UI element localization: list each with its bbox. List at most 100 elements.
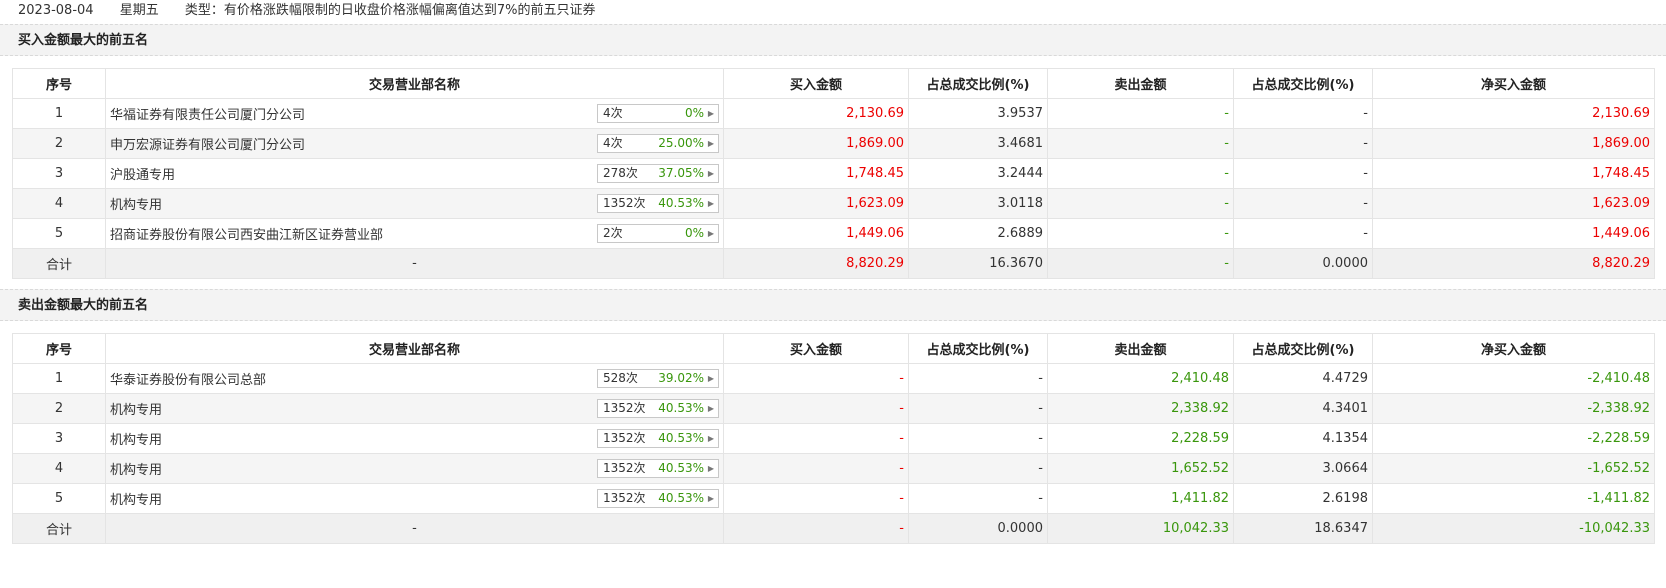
branch-name-cell: 华泰证券股份有限公司总部 528次 39.02% ▶ — [105, 363, 724, 394]
table-row: 2 机构专用 1352次 40.53% ▶ - -2,338.92 4.3401 -2,338.… — [12, 393, 1655, 424]
buy-amount-cell: 2,130.69 — [723, 98, 909, 129]
net-amount-cell: -2,338.92 — [1372, 393, 1655, 424]
win-rate: 0% — [684, 106, 704, 120]
branch-name-link[interactable]: 招商证券股份有限公司西安曲江新区证券营业部 — [110, 228, 383, 243]
rank-cell: 3 — [12, 158, 106, 189]
sell-ratio-cell: 4.4729 — [1233, 363, 1373, 394]
rank-cell: 2 — [12, 393, 106, 424]
buy-amount-cell: 1,869.00 — [723, 128, 909, 159]
column-header: 买入金额 — [723, 68, 909, 99]
sell-amount-cell: 2,228.59 — [1047, 423, 1234, 454]
total-sell-cell: - — [1047, 248, 1234, 279]
rank-cell: 1 — [12, 363, 106, 394]
branch-name-link[interactable]: 机构专用 — [110, 433, 162, 448]
buy-amount-cell: - — [723, 393, 909, 424]
branch-stats-dropdown[interactable]: 1352次 40.53% ▶ — [597, 489, 719, 508]
branch-name-cell: 招商证券股份有限公司西安曲江新区证券营业部 2次 0% ▶ — [105, 218, 724, 249]
branch-stats-dropdown[interactable]: 4次 0% ▶ — [597, 104, 719, 123]
buy-amount-cell: - — [723, 363, 909, 394]
weekday: 星期五 — [119, 3, 159, 18]
branch-stats-dropdown[interactable]: 1352次 40.53% ▶ — [597, 399, 719, 418]
branch-name-link[interactable]: 申万宏源证券有限公司厦门分公司 — [110, 138, 305, 153]
caret-right-icon: ▶ — [707, 434, 714, 443]
net-amount-cell: 2,130.69 — [1372, 98, 1655, 129]
table-row: 3 机构专用 1352次 40.53% ▶ - -2,228.59 4.1354 -2,228.… — [12, 423, 1655, 454]
branch-stats-dropdown[interactable]: 1352次 40.53% ▶ — [597, 459, 719, 478]
branch-name-link[interactable]: 华福证券有限责任公司厦门分公司 — [110, 108, 305, 123]
times-count: 1352次 — [603, 401, 646, 415]
win-rate: 37.05% — [658, 166, 704, 180]
sell-ratio-cell: 3.0664 — [1233, 453, 1373, 484]
branch-stats-dropdown[interactable]: 1352次 40.53% ▶ — [597, 194, 719, 213]
trade-date: 2023-08-04 — [18, 3, 94, 18]
buy-ratio-cell: 3.9537 — [908, 98, 1048, 129]
caret-right-icon: ▶ — [707, 169, 714, 178]
column-header: 净买入金额 — [1372, 68, 1655, 99]
total-name-cell: - — [105, 248, 724, 279]
branch-name-cell: 沪股通专用 278次 37.05% ▶ — [105, 158, 724, 189]
buy-amount-cell: 1,623.09 — [723, 188, 909, 219]
caret-right-icon: ▶ — [707, 374, 714, 383]
buy-ratio-cell: - — [908, 483, 1048, 514]
branch-name-cell: 机构专用 1352次 40.53% ▶ — [105, 453, 724, 484]
win-rate: 25.00% — [658, 136, 704, 150]
column-header: 净买入金额 — [1372, 333, 1655, 364]
sell-ratio-cell: - — [1233, 128, 1373, 159]
net-amount-cell: -1,411.82 — [1372, 483, 1655, 514]
sell-ratio-cell: - — [1233, 98, 1373, 129]
caret-right-icon: ▶ — [707, 109, 714, 118]
total-label-cell: 合计 — [12, 513, 106, 544]
sell-amount-cell: 2,338.92 — [1047, 393, 1234, 424]
column-header: 卖出金额 — [1047, 333, 1234, 364]
sell-ratio-cell: 4.1354 — [1233, 423, 1373, 454]
column-header: 交易营业部名称 — [105, 333, 724, 364]
win-rate: 39.02% — [658, 371, 704, 385]
branch-name-link[interactable]: 机构专用 — [110, 493, 162, 508]
sell-amount-cell: 1,411.82 — [1047, 483, 1234, 514]
branch-name-link[interactable]: 机构专用 — [110, 463, 162, 478]
times-count: 1352次 — [603, 461, 646, 475]
branch-stats-dropdown[interactable]: 4次 25.00% ▶ — [597, 134, 719, 153]
sell-amount-cell: - — [1047, 128, 1234, 159]
win-rate: 40.53% — [658, 401, 704, 415]
win-rate: 40.53% — [658, 491, 704, 505]
buy-amount-cell: - — [723, 483, 909, 514]
times-count: 1352次 — [603, 196, 646, 210]
branch-stats-dropdown[interactable]: 278次 37.05% ▶ — [597, 164, 719, 183]
sell-amount-cell: 2,410.48 — [1047, 363, 1234, 394]
branch-name-link[interactable]: 机构专用 — [110, 403, 162, 418]
sell-amount-cell: - — [1047, 158, 1234, 189]
branch-stats-dropdown[interactable]: 528次 39.02% ▶ — [597, 369, 719, 388]
caret-right-icon: ▶ — [707, 404, 714, 413]
caret-right-icon: ▶ — [707, 229, 714, 238]
table-row: 4 机构专用 1352次 40.53% ▶ - -1,652.52 3.0664 -1,652.… — [12, 453, 1655, 484]
sell-ratio-cell: - — [1233, 218, 1373, 249]
branch-stats-dropdown[interactable]: 1352次 40.53% ▶ — [597, 429, 719, 448]
info-bar: 2023-08-04 星期五 类型：有价格涨跌幅限制的日收盘价格涨幅偏离值达到7… — [0, 0, 1666, 24]
table-row: 5 招商证券股份有限公司西安曲江新区证券营业部 2次 0% ▶ 1,449.06 2.688… — [12, 218, 1655, 249]
column-header: 占总成交比例(%) — [908, 68, 1048, 99]
times-count: 4次 — [603, 106, 623, 120]
times-count: 278次 — [603, 166, 638, 180]
branch-name-link[interactable]: 沪股通专用 — [110, 168, 175, 183]
buy-ratio-cell: 3.4681 — [908, 128, 1048, 159]
buy-amount-cell: - — [723, 423, 909, 454]
buy-ratio-cell: - — [908, 453, 1048, 484]
branch-name-link[interactable]: 华泰证券股份有限公司总部 — [110, 373, 266, 388]
sell-top5-table: 序号 交易营业部名称 买入金额 占总成交比例(%) 卖出金额 占总成交比例(%) 净买入金额… — [12, 333, 1655, 544]
rank-cell: 4 — [12, 453, 106, 484]
table-row: 3 沪股通专用 278次 37.05% ▶ 1,748.45 3.2444- -1,748.4… — [12, 158, 1655, 189]
total-sell-ratio-cell: 0.0000 — [1233, 248, 1373, 279]
win-rate: 40.53% — [658, 431, 704, 445]
buy-amount-cell: 1,449.06 — [723, 218, 909, 249]
branch-stats-dropdown[interactable]: 2次 0% ▶ — [597, 224, 719, 243]
branch-name-cell: 机构专用 1352次 40.53% ▶ — [105, 393, 724, 424]
table-row: 1 华福证券有限责任公司厦门分公司 4次 0% ▶ 2,130.69 3.9537- -2,1… — [12, 98, 1655, 129]
win-rate: 40.53% — [658, 196, 704, 210]
branch-name-link[interactable]: 机构专用 — [110, 198, 162, 213]
column-header: 序号 — [12, 333, 106, 364]
table-header-row: 序号 交易营业部名称 买入金额 占总成交比例(%) 卖出金额 占总成交比例(%) 净买入金额 — [12, 68, 1655, 99]
total-buy-cell: 8,820.29 — [723, 248, 909, 279]
column-header: 占总成交比例(%) — [1233, 333, 1373, 364]
total-buy-ratio-cell: 0.0000 — [908, 513, 1048, 544]
